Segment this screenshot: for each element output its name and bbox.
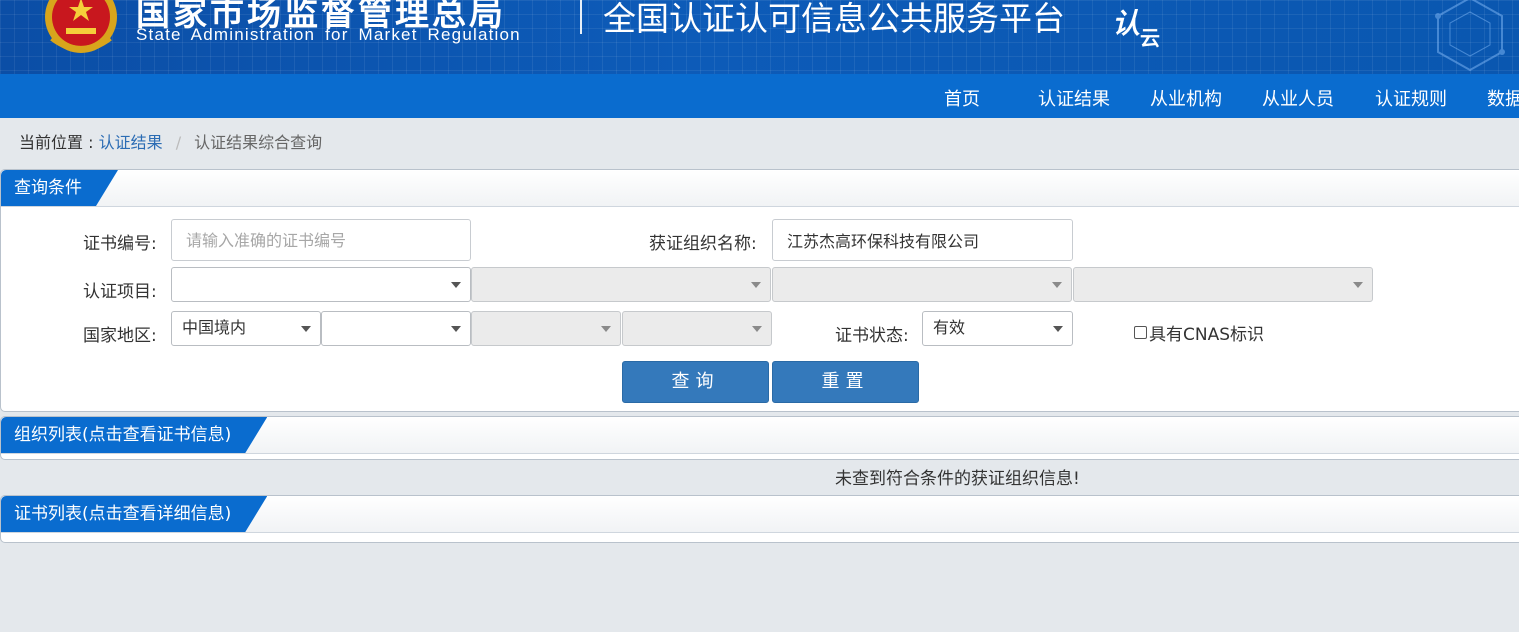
cert-list-panel: 证书列表(点击查看详细信息) [0, 495, 1519, 543]
cert-status-select-value: 有效 [933, 318, 966, 337]
cert-list-panel-title: 证书列表(点击查看详细信息) [1, 496, 267, 532]
org-name-label: 获证组织名称: [649, 234, 757, 254]
main-nav: 首页 认证结果 从业机构 从业人员 认证规则 数据 [0, 74, 1519, 118]
platform-title: 全国认证认可信息公共服务平台 [603, 0, 1065, 38]
nav-item-institutions[interactable]: 从业机构 [1150, 85, 1222, 111]
nav-item-data[interactable]: 数据 [1487, 85, 1519, 111]
query-panel-header: 查询条件 [1, 170, 1519, 207]
chevron-down-icon [1053, 326, 1063, 332]
cert-project-select-3[interactable] [772, 267, 1072, 302]
chevron-down-icon [601, 326, 611, 332]
cert-number-input[interactable] [171, 219, 471, 261]
header-divider [580, 0, 582, 34]
chevron-down-icon [301, 326, 311, 332]
chevron-down-icon [751, 282, 761, 288]
cert-project-select-4[interactable] [1073, 267, 1373, 302]
breadcrumb: 当前位置 : 认证结果 / 认证结果综合查询 [19, 129, 322, 153]
org-name-input[interactable] [772, 219, 1073, 261]
breadcrumb-separator: / [175, 133, 182, 152]
platform-logo: 认云 [1112, 2, 1160, 50]
region-select-3[interactable] [471, 311, 621, 346]
org-list-panel-header: 组织列表(点击查看证书信息) [1, 417, 1519, 454]
chevron-down-icon [451, 326, 461, 332]
region-select-1-value: 中国境内 [182, 318, 247, 337]
nav-item-home[interactable]: 首页 [944, 85, 980, 111]
cnas-checkbox-wrap[interactable]: 具有CNAS标识 [1134, 320, 1264, 345]
cert-list-panel-header: 证书列表(点击查看详细信息) [1, 496, 1519, 533]
chevron-down-icon [1052, 282, 1062, 288]
national-emblem-icon [45, 0, 117, 53]
region-select-4[interactable] [622, 311, 772, 346]
org-list-panel-title: 组织列表(点击查看证书信息) [1, 417, 267, 453]
cert-project-select-2[interactable] [471, 267, 771, 302]
region-select-2[interactable] [321, 311, 471, 346]
cert-status-label: 证书状态: [835, 326, 909, 346]
org-list-empty-message: 未查到符合条件的获证组织信息! [835, 469, 1080, 489]
cert-project-label: 认证项目: [83, 282, 157, 302]
org-list-panel: 组织列表(点击查看证书信息) [0, 416, 1519, 460]
reset-button[interactable]: 重置 [772, 361, 919, 403]
breadcrumb-prefix: 当前位置 : [19, 133, 94, 152]
cert-status-select[interactable]: 有效 [922, 311, 1073, 346]
hexagon-decoration-icon [1435, 0, 1505, 72]
nav-item-personnel[interactable]: 从业人员 [1262, 85, 1334, 111]
chevron-down-icon [1353, 282, 1363, 288]
chevron-down-icon [752, 326, 762, 332]
nav-item-cert-results[interactable]: 认证结果 [1038, 85, 1110, 111]
breadcrumb-link-cert-results[interactable]: 认证结果 [99, 133, 163, 152]
cert-project-select-1[interactable] [171, 267, 471, 302]
org-name-en: State Administration for Market Regulati… [136, 25, 521, 44]
search-button[interactable]: 查询 [622, 361, 769, 403]
region-label: 国家地区: [83, 326, 157, 346]
chevron-down-icon [451, 282, 461, 288]
platform-logo-sub: 云 [1140, 26, 1161, 50]
nav-item-rules[interactable]: 认证规则 [1375, 85, 1447, 111]
platform-logo-main: 认 [1112, 7, 1141, 40]
cert-number-label: 证书编号: [83, 234, 157, 254]
breadcrumb-current: 认证结果综合查询 [194, 133, 323, 152]
region-select-1[interactable]: 中国境内 [171, 311, 321, 346]
cnas-checkbox-label: 具有CNAS标识 [1149, 325, 1265, 345]
query-panel-title: 查询条件 [1, 170, 118, 206]
cnas-checkbox[interactable] [1134, 326, 1147, 339]
site-header: 国家市场监督管理总局 State Administration for Mark… [0, 0, 1519, 74]
